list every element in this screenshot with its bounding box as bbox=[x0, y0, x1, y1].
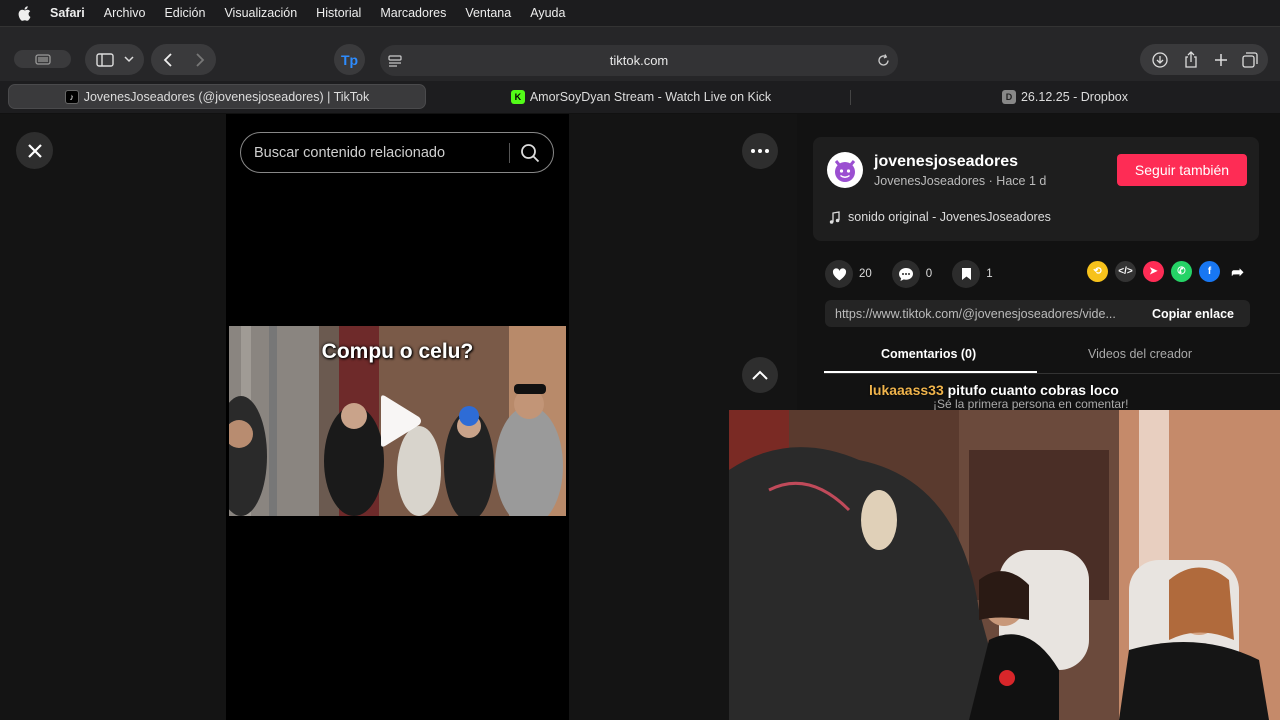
save-count: 1 bbox=[986, 268, 993, 280]
comment-icon bbox=[891, 260, 920, 288]
tab-title: JovenesJoseadores (@jovenesjoseadores) |… bbox=[83, 89, 370, 104]
download-icon[interactable] bbox=[1152, 51, 1168, 68]
video-caption: Compu o celu? bbox=[321, 340, 474, 363]
tab-comments[interactable]: Comentarios (0) bbox=[881, 347, 976, 361]
chat-text: pitufo cuanto cobras loco bbox=[947, 382, 1119, 398]
sound-link[interactable]: sonido original - JovenesJoseadores bbox=[829, 210, 1051, 224]
page-menu-icon[interactable] bbox=[388, 55, 402, 67]
menu-historial[interactable]: Historial bbox=[316, 6, 361, 20]
send-icon[interactable]: ➤ bbox=[1143, 261, 1164, 282]
search-placeholder: Buscar contenido relacionado bbox=[254, 144, 446, 161]
tab-tiktok[interactable]: ♪ JovenesJoseadores (@jovenesjoseadores)… bbox=[8, 84, 426, 109]
sidebar-icon bbox=[95, 52, 114, 67]
tab-divider bbox=[850, 90, 851, 105]
menu-marcadores[interactable]: Marcadores bbox=[380, 6, 446, 20]
dot bbox=[751, 149, 755, 153]
kick-icon: K bbox=[510, 89, 525, 104]
like-button[interactable]: 20 bbox=[825, 260, 872, 288]
extension-icon: Tp bbox=[340, 51, 359, 68]
tab-group-icon bbox=[34, 53, 51, 65]
tab-kick[interactable]: K AmorSoyDyan Stream - Watch Live on Kic… bbox=[432, 84, 850, 109]
empty-comments-message: ¡Sé la primera persona en comentar! bbox=[933, 397, 1129, 411]
nav-buttons bbox=[151, 44, 216, 75]
url-text: tiktok.com bbox=[609, 53, 669, 68]
video-url[interactable]: https://www.tiktok.com/@jovenesjoseadore… bbox=[825, 307, 1135, 321]
share-icon[interactable] bbox=[1184, 51, 1198, 68]
avatar[interactable] bbox=[827, 152, 863, 188]
share-arrow-icon[interactable]: ➦ bbox=[1227, 261, 1248, 282]
author-username[interactable]: jovenesjoseadores bbox=[874, 153, 1018, 171]
search-divider bbox=[509, 143, 510, 163]
active-tab-indicator bbox=[824, 371, 1037, 373]
facebook-icon[interactable]: f bbox=[1199, 261, 1220, 282]
post-time: Hace 1 d bbox=[996, 174, 1047, 188]
extension-button[interactable]: Tp bbox=[334, 44, 365, 75]
heart-icon bbox=[825, 260, 853, 288]
stream-camera-frame bbox=[729, 410, 1280, 720]
stream-chat-message: lukaaass33 pitufo cuanto cobras loco bbox=[869, 382, 1119, 398]
forward-icon[interactable] bbox=[195, 52, 205, 67]
repost-icon[interactable]: ⟲ bbox=[1087, 261, 1108, 282]
save-button[interactable]: 1 bbox=[952, 260, 993, 288]
bookmark-icon bbox=[952, 260, 981, 288]
share-options: ⟲ </> ➤ ✆ f ➦ bbox=[1087, 261, 1248, 282]
close-button[interactable] bbox=[16, 132, 53, 169]
dot bbox=[765, 149, 769, 153]
menu-ayuda[interactable]: Ayuda bbox=[530, 6, 565, 20]
tab-creator-videos[interactable]: Videos del creador bbox=[1088, 347, 1192, 361]
apple-icon[interactable] bbox=[18, 5, 32, 21]
chevron-up-icon bbox=[752, 370, 768, 380]
video-player[interactable]: Compu o celu? bbox=[229, 326, 566, 516]
address-bar[interactable]: tiktok.com bbox=[380, 45, 898, 76]
menu-archivo[interactable]: Archivo bbox=[104, 6, 146, 20]
tiktok-icon: ♪ bbox=[64, 89, 79, 104]
sound-name: sonido original - JovenesJoseadores bbox=[848, 210, 1051, 224]
menu-visualizacion[interactable]: Visualización bbox=[224, 6, 297, 20]
video-viewer: Buscar contenido relacionado Compu o cel… bbox=[0, 114, 797, 720]
embed-icon[interactable]: </> bbox=[1115, 261, 1136, 282]
dot bbox=[758, 149, 762, 153]
panel-tabs: Comentarios (0) Videos del creador bbox=[824, 340, 1280, 374]
like-count: 20 bbox=[859, 268, 872, 280]
copy-link-row: https://www.tiktok.com/@jovenesjoseadore… bbox=[825, 300, 1250, 327]
dropbox-icon: D bbox=[1001, 89, 1016, 104]
tab-overview-icon[interactable] bbox=[1242, 51, 1258, 68]
reload-icon[interactable] bbox=[877, 54, 890, 67]
devil-emoji-icon bbox=[834, 160, 856, 182]
back-icon[interactable] bbox=[163, 52, 173, 67]
more-options-button[interactable] bbox=[742, 133, 778, 169]
search-input[interactable]: Buscar contenido relacionado bbox=[240, 132, 554, 173]
separator: · bbox=[985, 174, 997, 188]
author-subline: JovenesJoseadores · Hace 1 d bbox=[874, 174, 1046, 188]
whatsapp-icon[interactable]: ✆ bbox=[1171, 261, 1192, 282]
tab-title: 26.12.25 - Dropbox bbox=[1020, 89, 1128, 104]
author-display-name: JovenesJoseadores bbox=[874, 174, 986, 188]
browser-toolbar: Tp tiktok.com bbox=[0, 26, 1280, 81]
previous-video-button[interactable] bbox=[742, 357, 778, 393]
tab-title: AmorSoyDyan Stream - Watch Live on Kick bbox=[529, 89, 772, 104]
music-note-icon bbox=[829, 210, 840, 224]
sidebar-toggle-button[interactable] bbox=[85, 44, 144, 75]
menubar: Safari Archivo Edición Visualización His… bbox=[0, 0, 1280, 26]
stream-camera-overlay bbox=[729, 410, 1280, 720]
toolbar-actions bbox=[1140, 44, 1268, 75]
new-tab-icon[interactable] bbox=[1214, 53, 1228, 67]
follow-button[interactable]: Seguir también bbox=[1117, 154, 1247, 186]
chevron-down-icon bbox=[123, 56, 134, 63]
copy-link-button[interactable]: Copiar enlace bbox=[1136, 300, 1250, 327]
comment-button[interactable]: 0 bbox=[891, 260, 933, 288]
tab-bar: ♪ JovenesJoseadores (@jovenesjoseadores)… bbox=[0, 81, 1280, 114]
tab-dropbox[interactable]: D 26.12.25 - Dropbox bbox=[856, 84, 1274, 109]
engagement-stats: 20 0 1 bbox=[825, 260, 1013, 288]
close-icon bbox=[27, 143, 42, 158]
menu-edicion[interactable]: Edición bbox=[164, 6, 205, 20]
menu-safari[interactable]: Safari bbox=[50, 6, 85, 20]
author-card: jovenesjoseadores JovenesJoseadores · Ha… bbox=[813, 137, 1259, 241]
comment-count: 0 bbox=[925, 268, 933, 280]
menu-ventana[interactable]: Ventana bbox=[465, 6, 511, 20]
tab-group-button[interactable] bbox=[14, 50, 71, 68]
play-icon[interactable] bbox=[377, 394, 423, 448]
chat-username: lukaaass33 bbox=[869, 382, 944, 398]
search-icon[interactable] bbox=[520, 143, 540, 163]
